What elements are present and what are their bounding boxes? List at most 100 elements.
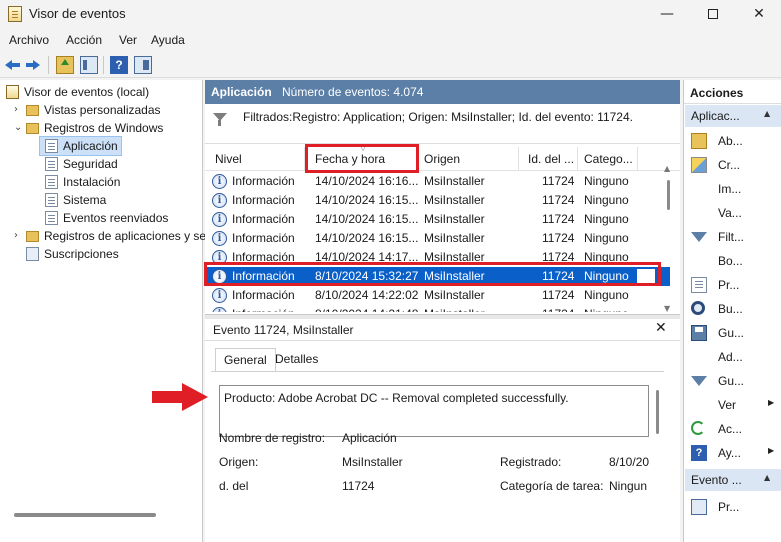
action-item[interactable]: Ab... (684, 129, 781, 153)
table-row[interactable]: i Información 8/10/2024 14:21:48 MsiInstall… (205, 305, 670, 312)
column-divider[interactable] (637, 147, 638, 171)
action-label: Ad... (718, 350, 743, 364)
up-folder-icon[interactable] (56, 56, 74, 74)
action-item[interactable]: Im... (684, 177, 781, 201)
action-label: Pr... (718, 500, 740, 514)
action-item[interactable]: Gu... (684, 369, 781, 393)
tree-log-label: Aplicación (63, 139, 118, 153)
close-detail-icon[interactable]: ✕ (655, 320, 667, 336)
action-label: Va... (718, 206, 742, 220)
scroll-up-icon[interactable]: ▲ (664, 164, 670, 173)
log-icon (45, 139, 58, 153)
arrow-head (182, 383, 208, 411)
maximize-button[interactable] (690, 0, 736, 28)
action-item[interactable]: ? Ay... ▶ (684, 441, 781, 465)
chevron-down-icon[interactable]: ⌄ (14, 119, 22, 137)
actions-section-evento[interactable]: Evento ... ▲ (685, 469, 781, 491)
source-cell: MsiInstaller (424, 193, 485, 207)
id-cell: 11724 (542, 193, 575, 207)
event-description: Producto: Adobe Acrobat DC -- Removal co… (224, 391, 569, 405)
window-title: Visor de eventos (29, 6, 126, 21)
action-item[interactable]: Ad... (684, 345, 781, 369)
collapse-up-icon[interactable]: ▲ (764, 109, 770, 118)
menu-ayuda[interactable]: Ayuda (151, 33, 185, 47)
action-item[interactable]: Bu... (684, 297, 781, 321)
table-row[interactable]: i Información 14/10/2024 16:15... MsiInstal… (205, 229, 670, 248)
close-button[interactable]: ✕ (736, 0, 781, 28)
show-hide-tree-icon[interactable] (80, 56, 98, 74)
column-divider[interactable] (577, 147, 578, 171)
title-bar: Visor de eventos — ✕ (0, 0, 781, 28)
action-label: Im... (718, 182, 742, 196)
filter-icon (691, 232, 707, 242)
folder-icon (26, 231, 39, 242)
date-cell: 14/10/2024 16:15... (315, 212, 419, 226)
action-item[interactable]: Ver ▶ (684, 393, 781, 417)
action-item[interactable]: Bo... (684, 249, 781, 273)
chevron-right-icon[interactable]: › (14, 227, 18, 245)
chevron-right-icon[interactable]: › (14, 101, 18, 119)
column-header-nivel[interactable]: Nivel (215, 152, 242, 166)
minimize-button[interactable]: — (644, 0, 690, 28)
action-item[interactable]: Filt... (684, 225, 781, 249)
action-item[interactable]: Pr... (684, 495, 781, 519)
table-row[interactable]: i Información 14/10/2024 16:15... MsiInstal… (205, 191, 670, 210)
id-cell: 11724 (542, 305, 574, 312)
source-cell: MsiInstaller (424, 212, 485, 226)
menu-archivo[interactable]: Archivo (9, 33, 49, 47)
action-item[interactable]: Gu... (684, 321, 781, 345)
collapse-up-icon[interactable]: ▲ (764, 473, 770, 482)
column-header-id[interactable]: Id. del ... (528, 152, 574, 166)
description-scrollbar[interactable] (656, 390, 659, 434)
event-viewer-icon (8, 6, 22, 22)
level-cell: Información (232, 231, 295, 245)
table-row[interactable]: i Información 14/10/2024 16:16... MsiInstal… (205, 172, 670, 191)
tree-apps-services-label: Registros de aplicaciones y se (44, 229, 207, 243)
scroll-down-icon[interactable]: ▼ (664, 304, 670, 313)
level-cell: Información (232, 174, 295, 188)
actions-section-label: Evento ... (691, 473, 742, 487)
category-cell: Ninguno (584, 231, 629, 245)
pane-title: Aplicación (211, 85, 272, 99)
actions-section-label: Aplicac... (691, 109, 740, 123)
menu-bar: Archivo Acción Ver Ayuda (0, 29, 781, 51)
forward-arrow-icon[interactable] (24, 56, 42, 74)
table-row[interactable]: i Información 8/10/2024 14:22:02 MsiInstall… (205, 286, 670, 305)
column-header-categoria[interactable]: Catego... (584, 152, 633, 166)
level-cell: Información (232, 305, 295, 312)
task-category-label: Categoría de tarea: (500, 479, 604, 493)
action-label: Bu... (718, 302, 743, 316)
menu-accion[interactable]: Acción (66, 33, 102, 47)
action-item[interactable]: Cr... (684, 153, 781, 177)
filter-bar: Filtrados:Registro: Application; Origen:… (205, 104, 680, 144)
table-row[interactable]: i Información 14/10/2024 16:15... MsiInstal… (205, 210, 670, 229)
show-action-pane-icon[interactable] (134, 56, 152, 74)
help-icon[interactable]: ? (110, 56, 128, 74)
source-value: MsiInstaller (342, 455, 403, 469)
log-icon (45, 211, 58, 225)
event-description-box[interactable]: Producto: Adobe Acrobat DC -- Removal co… (219, 385, 649, 437)
highlight-selected-row (204, 262, 661, 286)
menu-ver[interactable]: Ver (119, 33, 137, 47)
category-cell: Ninguno (584, 288, 629, 302)
arrow-shaft (152, 391, 184, 403)
action-item[interactable]: Va... (684, 201, 781, 225)
help-icon: ? (691, 445, 707, 461)
column-header-origen[interactable]: Origen (424, 152, 460, 166)
tree-log-label: Instalación (63, 175, 121, 189)
tree-horizontal-scrollbar[interactable] (14, 513, 156, 517)
action-label: Ay... (718, 446, 741, 460)
refresh-icon (691, 421, 705, 435)
event-list-scrollbar[interactable] (667, 180, 670, 210)
action-label: Ver (718, 398, 737, 412)
submenu-arrow-icon: ▶ (768, 446, 775, 455)
actions-section-aplicacion[interactable]: Aplicac... ▲ (685, 105, 781, 127)
action-label: Filt... (718, 230, 744, 244)
action-item[interactable]: Ac... (684, 417, 781, 441)
event-detail-title: Evento 11724, MsiInstaller (213, 323, 354, 337)
info-icon: i (212, 212, 227, 227)
tab-detalles[interactable]: Detalles (267, 348, 326, 372)
action-item[interactable]: Pr... (684, 273, 781, 297)
back-arrow-icon[interactable] (4, 56, 22, 74)
column-divider[interactable] (518, 147, 519, 171)
